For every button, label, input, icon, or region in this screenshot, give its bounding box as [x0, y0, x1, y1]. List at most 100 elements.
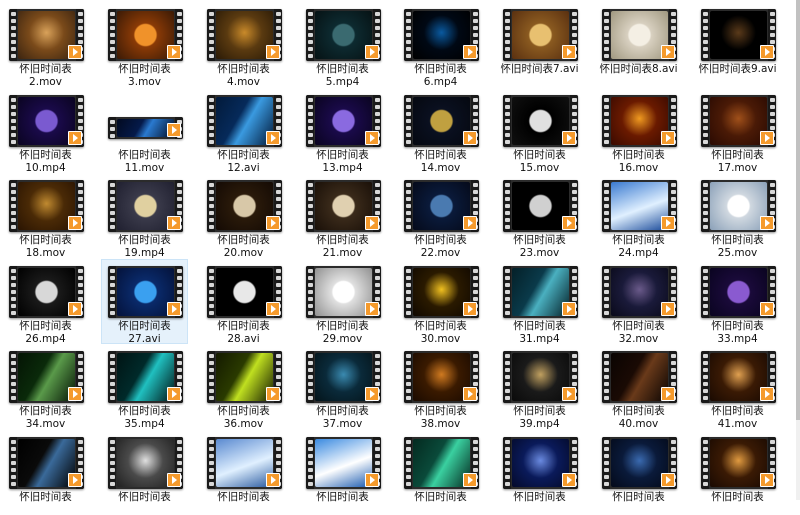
- file-name-line1: 怀旧时间表: [316, 491, 369, 503]
- video-file-item[interactable]: 怀旧时间表: [595, 430, 682, 515]
- clock-icon: [710, 182, 767, 230]
- video-file-item[interactable]: 怀旧时间表 10.mp4: [2, 88, 89, 174]
- video-file-item[interactable]: 怀旧时间表 39.mp4: [496, 344, 583, 430]
- film-strip-left: [602, 95, 610, 147]
- clock-icon: [315, 11, 372, 59]
- file-name-line1: 怀旧时间表: [19, 63, 72, 75]
- video-file-item[interactable]: 怀旧时间表 28.avi: [200, 259, 287, 346]
- clock-icon: [216, 182, 273, 230]
- video-file-item[interactable]: 怀旧时间表9.avi: [694, 2, 781, 87]
- file-name-line1: 怀旧时间表: [19, 405, 72, 417]
- video-file-item[interactable]: 怀旧时间表 11.mov: [101, 88, 188, 174]
- video-file-item[interactable]: 怀旧时间表: [694, 430, 781, 515]
- video-file-item[interactable]: 怀旧时间表: [397, 430, 484, 515]
- video-file-item[interactable]: 怀旧时间表 2.mov: [2, 2, 89, 88]
- file-name-line1: 怀旧时间表: [711, 234, 764, 246]
- video-file-item[interactable]: 怀旧时间表 25.mov: [694, 173, 781, 259]
- video-thumbnail: [9, 351, 84, 403]
- file-name-line1: 怀旧时间表: [118, 149, 171, 161]
- video-thumbnail: [207, 95, 282, 147]
- video-file-item[interactable]: 怀旧时间表: [200, 430, 287, 515]
- play-icon: [68, 45, 82, 59]
- play-icon: [365, 387, 379, 401]
- video-file-item[interactable]: 怀旧时间表: [299, 430, 386, 515]
- play-icon: [167, 123, 181, 137]
- play-icon: [463, 216, 477, 230]
- film-strip-left: [503, 351, 511, 403]
- film-strip-left: [108, 117, 116, 139]
- video-file-item[interactable]: 怀旧时间表 33.mp4: [694, 259, 781, 345]
- film-strip-left: [503, 266, 511, 318]
- video-file-item[interactable]: 怀旧时间表 12.avi: [200, 88, 287, 174]
- clock-icon: [512, 97, 569, 145]
- video-file-item[interactable]: 怀旧时间表 18.mov: [2, 173, 89, 260]
- file-name-line1: 怀旧时间表: [513, 234, 566, 246]
- file-name-line1: 怀旧时间表: [316, 320, 369, 332]
- video-file-item[interactable]: 怀旧时间表 41.mov: [694, 344, 781, 430]
- video-thumbnail: [602, 351, 677, 403]
- video-file-item[interactable]: 怀旧时间表: [2, 430, 89, 515]
- file-name: 怀旧时间表 5.mp4: [300, 63, 385, 89]
- video-thumbnail: [108, 9, 183, 61]
- file-name: 怀旧时间表 17.mov: [695, 149, 780, 175]
- file-name: 怀旧时间表 40.mov: [596, 405, 681, 431]
- film-strip-left: [404, 266, 412, 318]
- video-file-item[interactable]: 怀旧时间表 16.mov: [595, 88, 682, 174]
- video-file-item[interactable]: 怀旧时间表 20.mov: [200, 173, 287, 259]
- video-file-item[interactable]: 怀旧时间表 21.mov: [299, 173, 386, 259]
- video-file-item[interactable]: 怀旧时间表 31.mp4: [496, 259, 583, 345]
- play-icon: [68, 302, 82, 316]
- video-thumbnail: [207, 9, 282, 61]
- video-file-item[interactable]: 怀旧时间表 38.mov: [397, 344, 484, 430]
- video-file-item[interactable]: 怀旧时间表: [496, 430, 583, 515]
- scrollbar-thumb[interactable]: [796, 0, 800, 420]
- light-icon: [18, 439, 75, 487]
- film-strip-left: [9, 266, 17, 318]
- video-file-item[interactable]: 怀旧时间表 5.mp4: [299, 2, 386, 89]
- video-file-item[interactable]: 怀旧时间表 35.mp4: [101, 344, 188, 430]
- video-file-item[interactable]: 怀旧时间表 23.mov: [496, 173, 583, 259]
- file-name-line1: 怀旧时间表: [414, 149, 467, 161]
- video-file-item[interactable]: 怀旧时间表 24.mp4: [595, 173, 682, 259]
- video-file-item[interactable]: 怀旧时间表 26.mp4: [2, 259, 89, 345]
- play-icon: [266, 216, 280, 230]
- video-file-item[interactable]: 怀旧时间表 22.mov: [397, 173, 484, 259]
- video-file-item[interactable]: 怀旧时间表 19.mp4: [101, 173, 188, 259]
- file-name-line1: 怀旧时间表: [118, 320, 171, 332]
- video-file-item[interactable]: 怀旧时间表 17.mov: [694, 88, 781, 175]
- video-file-item[interactable]: 怀旧时间表7.avi: [496, 2, 583, 87]
- video-file-item[interactable]: 怀旧时间表8.avi: [595, 2, 682, 87]
- video-file-item[interactable]: 怀旧时间表 32.mov: [595, 259, 682, 345]
- file-name-line1: 怀旧时间表: [711, 149, 764, 161]
- gear-icon: [315, 353, 372, 401]
- file-name: 怀旧时间表 18.mov: [3, 234, 88, 260]
- file-name: 怀旧时间表 6.mp4: [398, 63, 483, 89]
- video-file-item[interactable]: 怀旧时间表 4.mov: [200, 2, 287, 88]
- file-name: 怀旧时间表: [398, 491, 483, 504]
- film-strip-left: [306, 95, 314, 147]
- file-name: 怀旧时间表 28.avi: [201, 320, 286, 346]
- film-strip-left: [108, 9, 116, 61]
- video-file-item[interactable]: 怀旧时间表 3.mov: [101, 2, 188, 88]
- video-file-item[interactable]: 怀旧时间表 40.mov: [595, 344, 682, 431]
- video-file-item[interactable]: 怀旧时间表 14.mov: [397, 88, 484, 174]
- play-icon: [167, 302, 181, 316]
- video-file-item[interactable]: 怀旧时间表 15.mov: [496, 88, 583, 174]
- vertical-scrollbar[interactable]: [796, 0, 800, 500]
- video-file-item[interactable]: 怀旧时间表 29.mov: [299, 259, 386, 345]
- video-file-item[interactable]: 怀旧时间表 36.mov: [200, 344, 287, 430]
- video-file-item[interactable]: 怀旧时间表 6.mp4: [397, 2, 484, 89]
- file-name-line1: 怀旧时间表: [118, 234, 171, 246]
- video-file-item[interactable]: 怀旧时间表 30.mov: [397, 259, 484, 345]
- clock-icon: [512, 182, 569, 230]
- video-thumbnail: [602, 180, 677, 232]
- video-file-item[interactable]: 怀旧时间表 34.mov: [2, 344, 89, 430]
- video-file-item[interactable]: 怀旧时间表: [101, 430, 188, 515]
- video-file-item[interactable]: 怀旧时间表 37.mov: [299, 344, 386, 430]
- play-icon: [365, 45, 379, 59]
- file-name-line1: 怀旧时间表: [118, 63, 171, 75]
- video-file-item[interactable]: 怀旧时间表 13.mp4: [299, 88, 386, 174]
- video-thumbnail: [404, 351, 479, 403]
- video-thumbnail: [108, 180, 183, 232]
- video-file-item[interactable]: 怀旧时间表 27.avi: [101, 259, 188, 345]
